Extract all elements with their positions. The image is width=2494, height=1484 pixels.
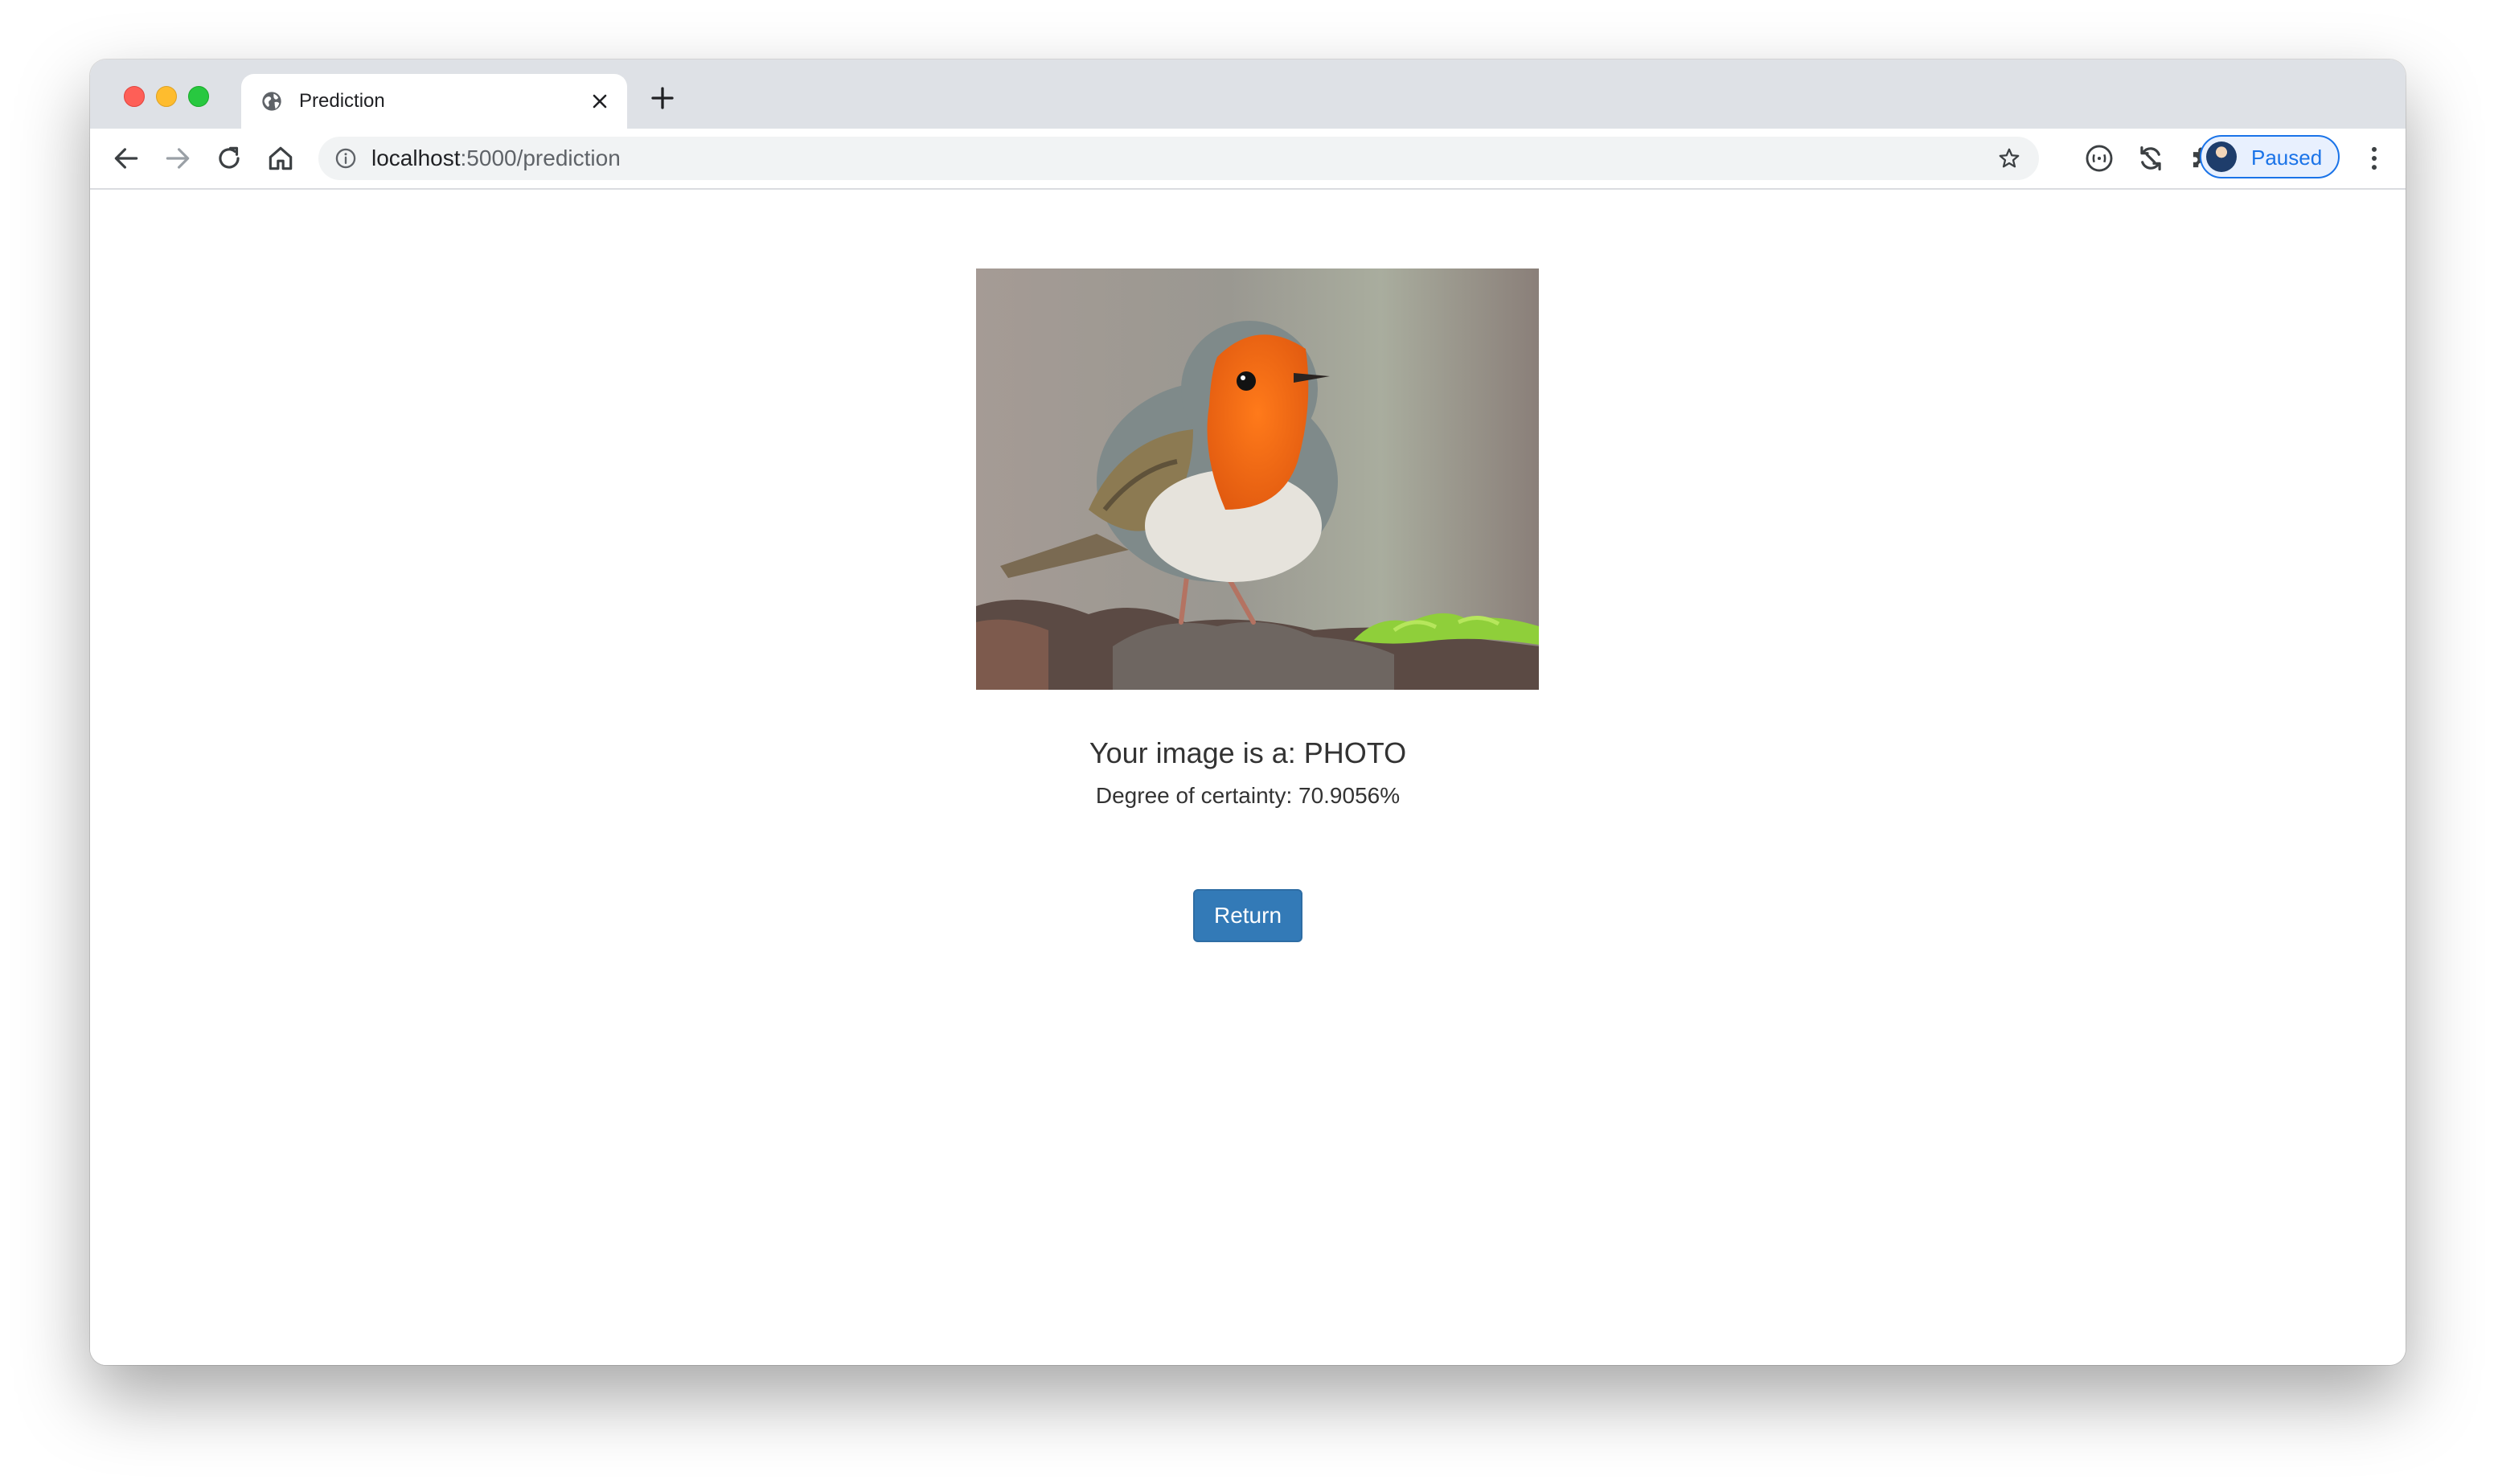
close-window-button[interactable] [124, 86, 145, 107]
close-icon[interactable] [589, 90, 611, 113]
desktop: Prediction localhost:5000/prediction Pau… [0, 0, 2494, 1484]
arrow-left-icon[interactable] [111, 143, 142, 174]
plus-icon[interactable] [648, 84, 677, 113]
tab-title: Prediction [299, 90, 385, 112]
minimize-window-button[interactable] [156, 86, 177, 107]
info-icon[interactable] [334, 147, 357, 170]
reload-icon[interactable] [214, 143, 244, 174]
browser-toolbar: localhost:5000/prediction Paused [90, 129, 2406, 190]
profile-button[interactable]: Paused [2200, 135, 2340, 178]
tab-prediction[interactable]: Prediction [241, 74, 627, 129]
address-path: :5000/prediction [460, 146, 621, 170]
avatar [2206, 141, 2237, 172]
globe-icon [262, 92, 281, 111]
result-heading: Your image is a: PHOTO [1089, 736, 1407, 769]
address-host: localhost [371, 146, 461, 170]
uploaded-image [976, 269, 1539, 690]
kebab-menu-icon[interactable] [2359, 143, 2389, 174]
arrow-right-icon[interactable] [162, 143, 193, 174]
address-bar[interactable]: localhost:5000/prediction [318, 137, 2039, 180]
profile-status-label: Paused [2251, 146, 2323, 170]
return-button[interactable]: Return [1193, 889, 1302, 942]
address-url: localhost:5000/prediction [371, 147, 621, 170]
page-content: Your image is a: PHOTO Degree of certain… [90, 190, 2406, 1365]
star-icon[interactable] [1997, 146, 2021, 170]
sync-icon[interactable] [2135, 143, 2166, 174]
browser-window: Prediction localhost:5000/prediction Pau… [90, 59, 2406, 1365]
certainty-text: Degree of certainty: 70.9056% [1095, 783, 1401, 808]
home-icon[interactable] [265, 143, 296, 174]
extension-circle-icon[interactable] [2084, 143, 2115, 174]
maximize-window-button[interactable] [188, 86, 209, 107]
tab-strip: Prediction [90, 59, 2406, 129]
